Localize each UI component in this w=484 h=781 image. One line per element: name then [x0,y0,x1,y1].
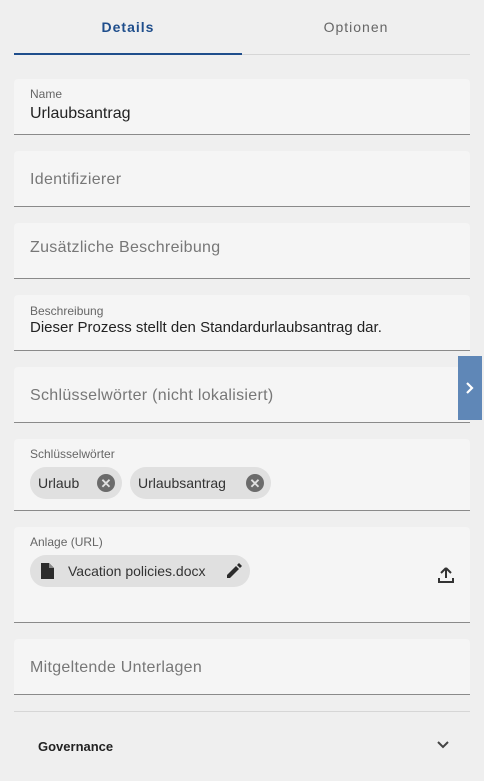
keyword-chip[interactable]: Urlaubsantrag ✕ [130,467,271,499]
identifier-placeholder: Identifizierer [30,171,122,188]
chevron-down-icon[interactable] [436,737,450,755]
pencil-icon[interactable] [226,563,242,579]
description-label: Beschreibung [30,304,104,318]
name-value: Urlaubsantrag [30,105,131,122]
keyword-chip-label: Urlaubsantrag [138,475,226,491]
name-label: Name [30,87,63,101]
related-documents-placeholder: Mitgeltende Unterlagen [30,659,203,676]
keywords-label: Schlüsselwörter [30,447,115,461]
related-documents-field[interactable]: Mitgeltende Unterlagen [14,639,470,695]
file-icon [41,563,54,579]
keyword-chip[interactable]: Urlaub ✕ [30,467,122,499]
keywords-unlocalized-placeholder: Schlüsselwörter (nicht lokalisiert) [30,387,274,404]
additional-description-field[interactable]: Zusätzliche Beschreibung [14,223,470,279]
chip-remove-icon[interactable]: ✕ [97,474,115,492]
description-field[interactable]: Beschreibung Dieser Prozess stellt den S… [14,295,470,351]
attachment-file-name: Vacation policies.docx [68,563,206,579]
name-field[interactable]: Name Urlaubsantrag [14,79,470,135]
additional-description-placeholder: Zusätzliche Beschreibung [30,239,221,256]
keywords-unlocalized-field[interactable]: Schlüsselwörter (nicht lokalisiert) [14,367,470,423]
identifier-field[interactable]: Identifizierer [14,151,470,207]
governance-expander[interactable]: Governance [14,712,470,781]
attachment-field[interactable]: Anlage (URL) Vacation policies.docx [14,527,470,623]
side-panel-toggle[interactable] [458,356,482,420]
chip-remove-icon[interactable]: ✕ [246,474,264,492]
chevron-right-icon [466,382,474,394]
attachment-label: Anlage (URL) [30,535,103,549]
keyword-chip-label: Urlaub [38,475,80,491]
upload-icon[interactable] [436,565,456,585]
description-value: Dieser Prozess stellt den Standardurlaub… [30,319,382,336]
keywords-field[interactable]: Schlüsselwörter Urlaub ✕ Urlaubsantrag ✕ [14,439,470,511]
tab-bar: Details Optionen [14,0,470,55]
tab-details[interactable]: Details [14,0,242,55]
governance-title: Governance [38,739,114,754]
tab-optionen[interactable]: Optionen [242,0,470,54]
attachment-chip[interactable]: Vacation policies.docx [30,555,250,587]
